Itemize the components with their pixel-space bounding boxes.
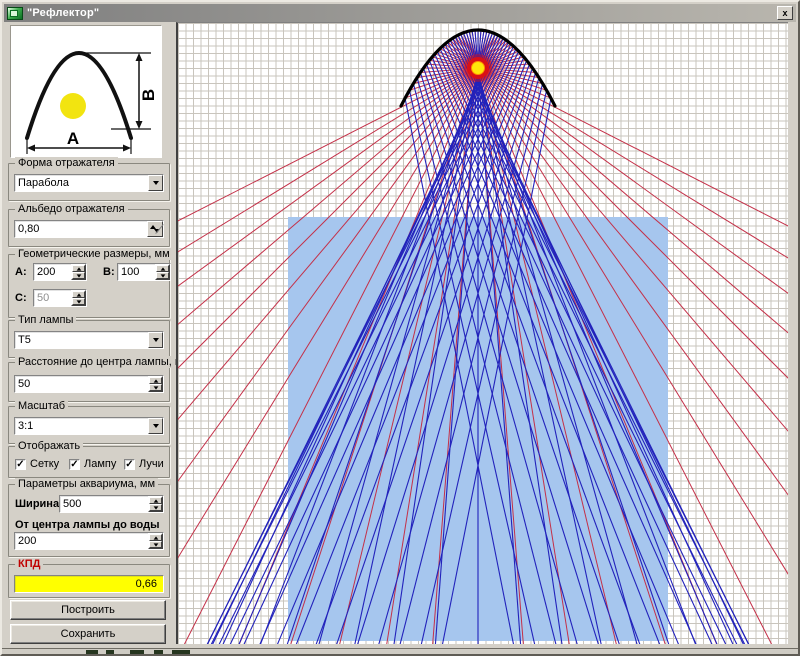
distance-spinedit[interactable]: 50 <box>14 375 164 393</box>
checkbox-rays[interactable]: ✓ Лучи <box>124 458 164 470</box>
ray-trace-canvas <box>176 22 788 644</box>
checkbox-lamp[interactable]: ✓ Лампу <box>69 458 116 470</box>
window-title: "Рефлектор" <box>27 7 99 19</box>
group-efficiency-caption: КПД <box>15 558 43 570</box>
a-spinedit[interactable]: 200 <box>33 263 87 281</box>
lamp-type-dropdown-icon[interactable] <box>148 332 163 348</box>
spin-down-icon[interactable] <box>149 504 162 511</box>
distance-spinner[interactable] <box>148 376 163 392</box>
scale-dropdown-icon[interactable] <box>148 418 163 434</box>
build-button[interactable]: Построить <box>10 600 166 620</box>
spin-down-icon[interactable] <box>72 298 85 305</box>
spin-down-icon[interactable] <box>154 229 160 233</box>
width-spinedit[interactable]: 500 <box>59 495 164 513</box>
save-button[interactable]: Сохранить <box>10 624 166 644</box>
spin-up-icon[interactable] <box>149 534 162 541</box>
water-distance-value[interactable]: 200 <box>14 532 164 550</box>
group-scale-caption: Масштаб <box>15 400 68 412</box>
c-label: C: <box>15 292 27 304</box>
checkbox-rays-mark[interactable]: ✓ <box>124 459 135 470</box>
efficiency-value: 0,66 <box>14 575 164 593</box>
taskbar-mark <box>130 650 144 654</box>
taskbar-mark <box>86 650 98 654</box>
group-albedo: Альбедо отражателя 0,80 <box>8 209 170 247</box>
albedo-value[interactable]: 0,80 <box>14 220 164 238</box>
preview-lamp-icon <box>60 93 86 119</box>
group-lamp-type: Тип лампы T5 <box>8 320 170 358</box>
taskbar-sliver <box>2 648 798 654</box>
checkbox-grid-label: Сетку <box>30 458 59 470</box>
checkbox-rays-label: Лучи <box>139 458 164 470</box>
group-aquarium-caption: Параметры аквариума, мм <box>15 478 158 490</box>
shape-combobox[interactable]: Парабола <box>14 174 164 192</box>
group-shape-caption: Форма отражателя <box>15 157 118 169</box>
lamp-type-value[interactable]: T5 <box>14 331 164 349</box>
taskbar-mark <box>106 650 114 654</box>
a-spinner[interactable] <box>71 264 86 280</box>
shape-value[interactable]: Парабола <box>14 174 164 192</box>
b-spinedit[interactable]: 100 <box>117 263 171 281</box>
group-albedo-caption: Альбедо отражателя <box>15 203 128 215</box>
reflector-scheme-preview: B A <box>10 25 162 158</box>
group-geometry-caption: Геометрические размеры, мм <box>15 248 173 260</box>
app-window: "Рефлектор" x B A <box>0 0 800 656</box>
group-lamp-type-caption: Тип лампы <box>15 314 76 326</box>
spin-up-icon[interactable] <box>149 497 162 504</box>
c-spinner[interactable] <box>71 290 86 306</box>
spin-up-icon[interactable] <box>149 377 162 384</box>
b-label: B: <box>103 266 115 278</box>
spin-down-icon[interactable] <box>149 541 162 548</box>
spin-up-icon[interactable] <box>72 291 85 298</box>
a-label: A: <box>15 266 27 278</box>
checkbox-grid[interactable]: ✓ Сетку <box>15 458 59 470</box>
albedo-spin-button[interactable] <box>147 221 163 237</box>
scale-value[interactable]: 3:1 <box>14 417 164 435</box>
distance-value[interactable]: 50 <box>14 375 164 393</box>
control-panel: B A Форма отражателя Парабола Альбедо от… <box>4 22 174 646</box>
group-geometry: Геометрические размеры, мм A: 200 B: 100… <box>8 254 170 318</box>
group-distance-caption: Расстояние до центра лампы, мм <box>15 356 193 368</box>
group-display-caption: Отображать <box>15 440 83 452</box>
c-spinedit[interactable]: 50 <box>33 289 87 307</box>
spin-up-icon[interactable] <box>156 265 169 272</box>
shape-dropdown-icon[interactable] <box>148 175 163 191</box>
taskbar-mark <box>172 650 190 654</box>
width-spinner[interactable] <box>148 496 163 512</box>
group-distance: Расстояние до центра лампы, мм 50 <box>8 362 170 402</box>
group-efficiency: КПД 0,66 <box>8 564 170 598</box>
albedo-spinedit[interactable]: 0,80 <box>14 220 164 238</box>
ray-diagram <box>178 23 788 644</box>
preview-label-b: B <box>139 89 158 101</box>
checkbox-lamp-label: Лампу <box>84 458 116 470</box>
spin-down-icon[interactable] <box>72 272 85 279</box>
width-label: Ширина <box>15 498 59 510</box>
b-spinner[interactable] <box>155 264 170 280</box>
group-shape: Форма отражателя Парабола <box>8 163 170 201</box>
close-button[interactable]: x <box>777 6 793 20</box>
title-bar[interactable]: "Рефлектор" x <box>4 4 796 22</box>
checkbox-grid-mark[interactable]: ✓ <box>15 459 26 470</box>
group-aquarium: Параметры аквариума, мм Ширина 500 От це… <box>8 484 170 557</box>
spin-down-icon[interactable] <box>149 384 162 391</box>
spin-up-icon[interactable] <box>72 265 85 272</box>
taskbar-mark <box>154 650 163 654</box>
scale-combobox[interactable]: 3:1 <box>14 417 164 435</box>
water-distance-spinner[interactable] <box>148 533 163 549</box>
app-icon <box>7 7 23 20</box>
group-display: Отображать ✓ Сетку ✓ Лампу ✓ Лучи <box>8 446 170 478</box>
preview-label-a: A <box>67 129 79 148</box>
lamp-type-combobox[interactable]: T5 <box>14 331 164 349</box>
checkbox-lamp-mark[interactable]: ✓ <box>69 459 80 470</box>
water-distance-spinedit[interactable]: 200 <box>14 532 164 550</box>
spin-down-icon[interactable] <box>156 272 169 279</box>
water-distance-label: От центра лампы до воды <box>15 519 159 531</box>
group-scale: Масштаб 3:1 <box>8 406 170 444</box>
